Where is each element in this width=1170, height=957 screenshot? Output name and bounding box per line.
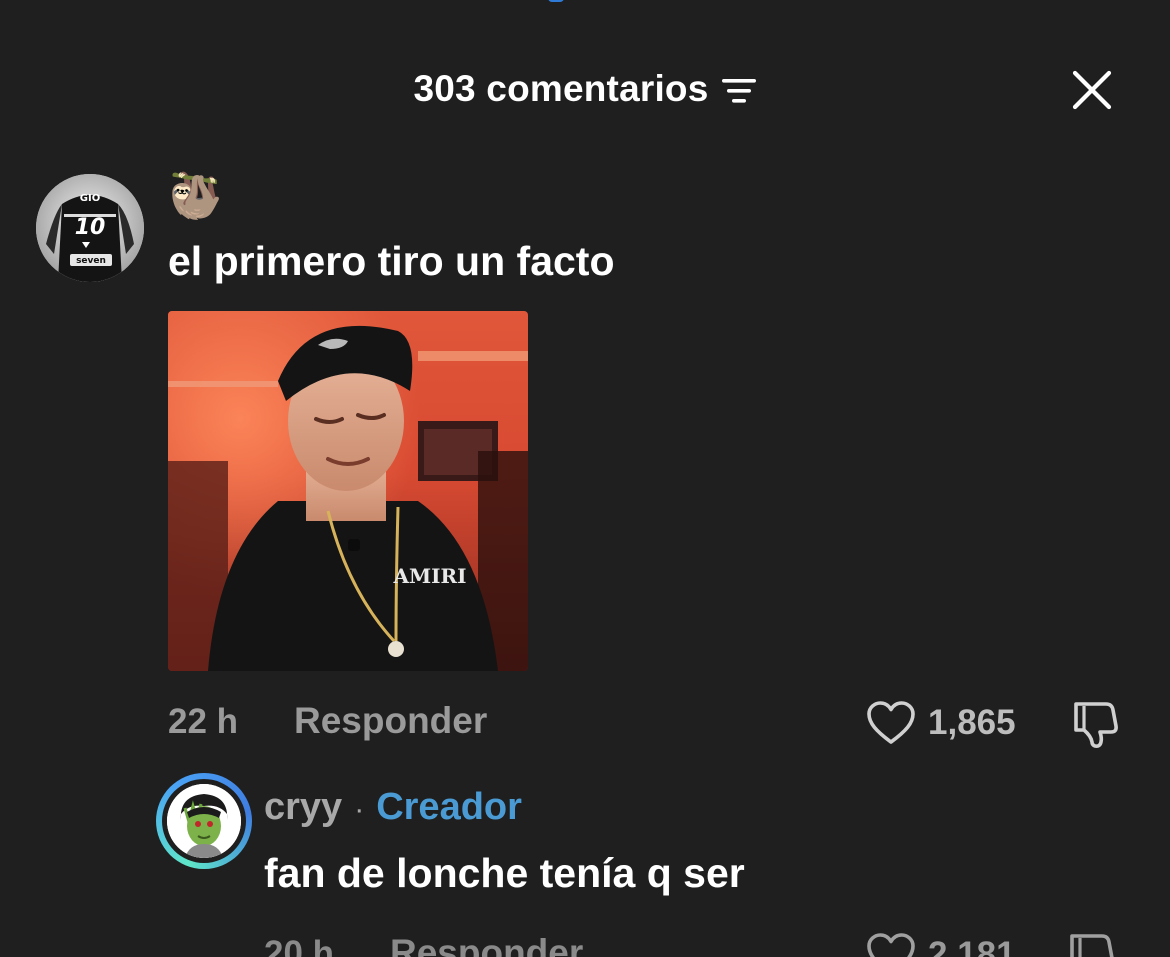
- thumbs-down-icon: [1074, 702, 1118, 748]
- reply-dislike-button[interactable]: [1066, 930, 1120, 957]
- jersey-name-text: GIO: [80, 193, 100, 204]
- reply-like-button[interactable]: 2,181: [866, 932, 1016, 957]
- shirt-logo-text: AMIRI: [393, 564, 467, 588]
- separator-dot: ·: [354, 793, 365, 826]
- reply-reply-button[interactable]: Responder: [390, 932, 583, 957]
- thumbs-down-icon: [1070, 934, 1114, 957]
- like-count: 1,865: [928, 703, 1016, 742]
- comment-actions-row: 22 h Responder 1,865: [168, 700, 1128, 748]
- reply-like-count: 2,181: [928, 935, 1016, 957]
- header-title-group[interactable]: 303 comentarios: [0, 68, 1170, 110]
- comments-count-title: 303 comentarios: [413, 68, 709, 109]
- close-button[interactable]: [1066, 64, 1118, 116]
- like-button[interactable]: 1,865: [866, 700, 1016, 746]
- comment-timestamp: 22 h: [168, 702, 239, 741]
- comments-sheet: 303 comentarios GIO 10 seven 🦥 el primer…: [0, 0, 1170, 957]
- sloth-emoji-icon: 🦥: [168, 172, 223, 221]
- reply-username[interactable]: cryy: [264, 786, 342, 829]
- top-indicator: [548, 0, 564, 2]
- heart-icon: [867, 933, 915, 957]
- reply-timestamp: 20 h: [264, 934, 335, 957]
- heart-icon: [867, 701, 915, 744]
- reply-actions-row: 20 h Responder 2,181: [264, 932, 1134, 957]
- reply-text: fan de lonche tenía q ser: [264, 850, 745, 896]
- jersey-number-text: 10: [75, 215, 106, 240]
- reply-author-row: cryy · Creador: [264, 786, 522, 829]
- close-icon: [1072, 70, 1112, 110]
- comment-text: el primero tiro un facto: [168, 238, 615, 284]
- sort-filter-icon[interactable]: [721, 76, 757, 106]
- comment-photo[interactable]: AMIRI: [168, 311, 528, 671]
- commenter-avatar[interactable]: GIO 10 seven: [36, 174, 144, 282]
- dislike-button[interactable]: [1070, 698, 1124, 755]
- reply-button[interactable]: Responder: [294, 700, 487, 742]
- jersey-brand-text: seven: [76, 256, 106, 266]
- reply-author-avatar[interactable]: [156, 773, 252, 869]
- comments-header: 303 comentarios: [0, 60, 1170, 120]
- creator-tag: Creador: [376, 786, 522, 828]
